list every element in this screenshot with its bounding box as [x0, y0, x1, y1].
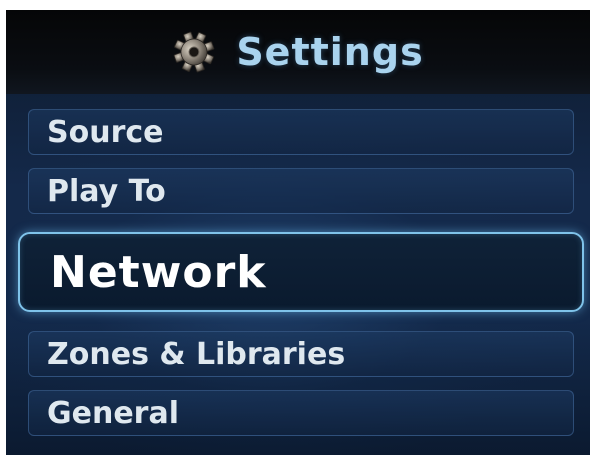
page-title: Settings — [236, 30, 424, 74]
menu-item-play-to[interactable]: Play To — [28, 168, 574, 214]
menu-item-network[interactable]: Network — [18, 232, 584, 312]
settings-screen: Settings Source Play To Network Zones & … — [6, 10, 590, 455]
title-bar: Settings — [6, 10, 590, 94]
menu-item-zones-libraries[interactable]: Zones & Libraries — [28, 331, 574, 377]
menu-item-general[interactable]: General — [28, 390, 574, 436]
gear-icon — [172, 30, 216, 74]
menu-item-source[interactable]: Source — [28, 109, 574, 155]
